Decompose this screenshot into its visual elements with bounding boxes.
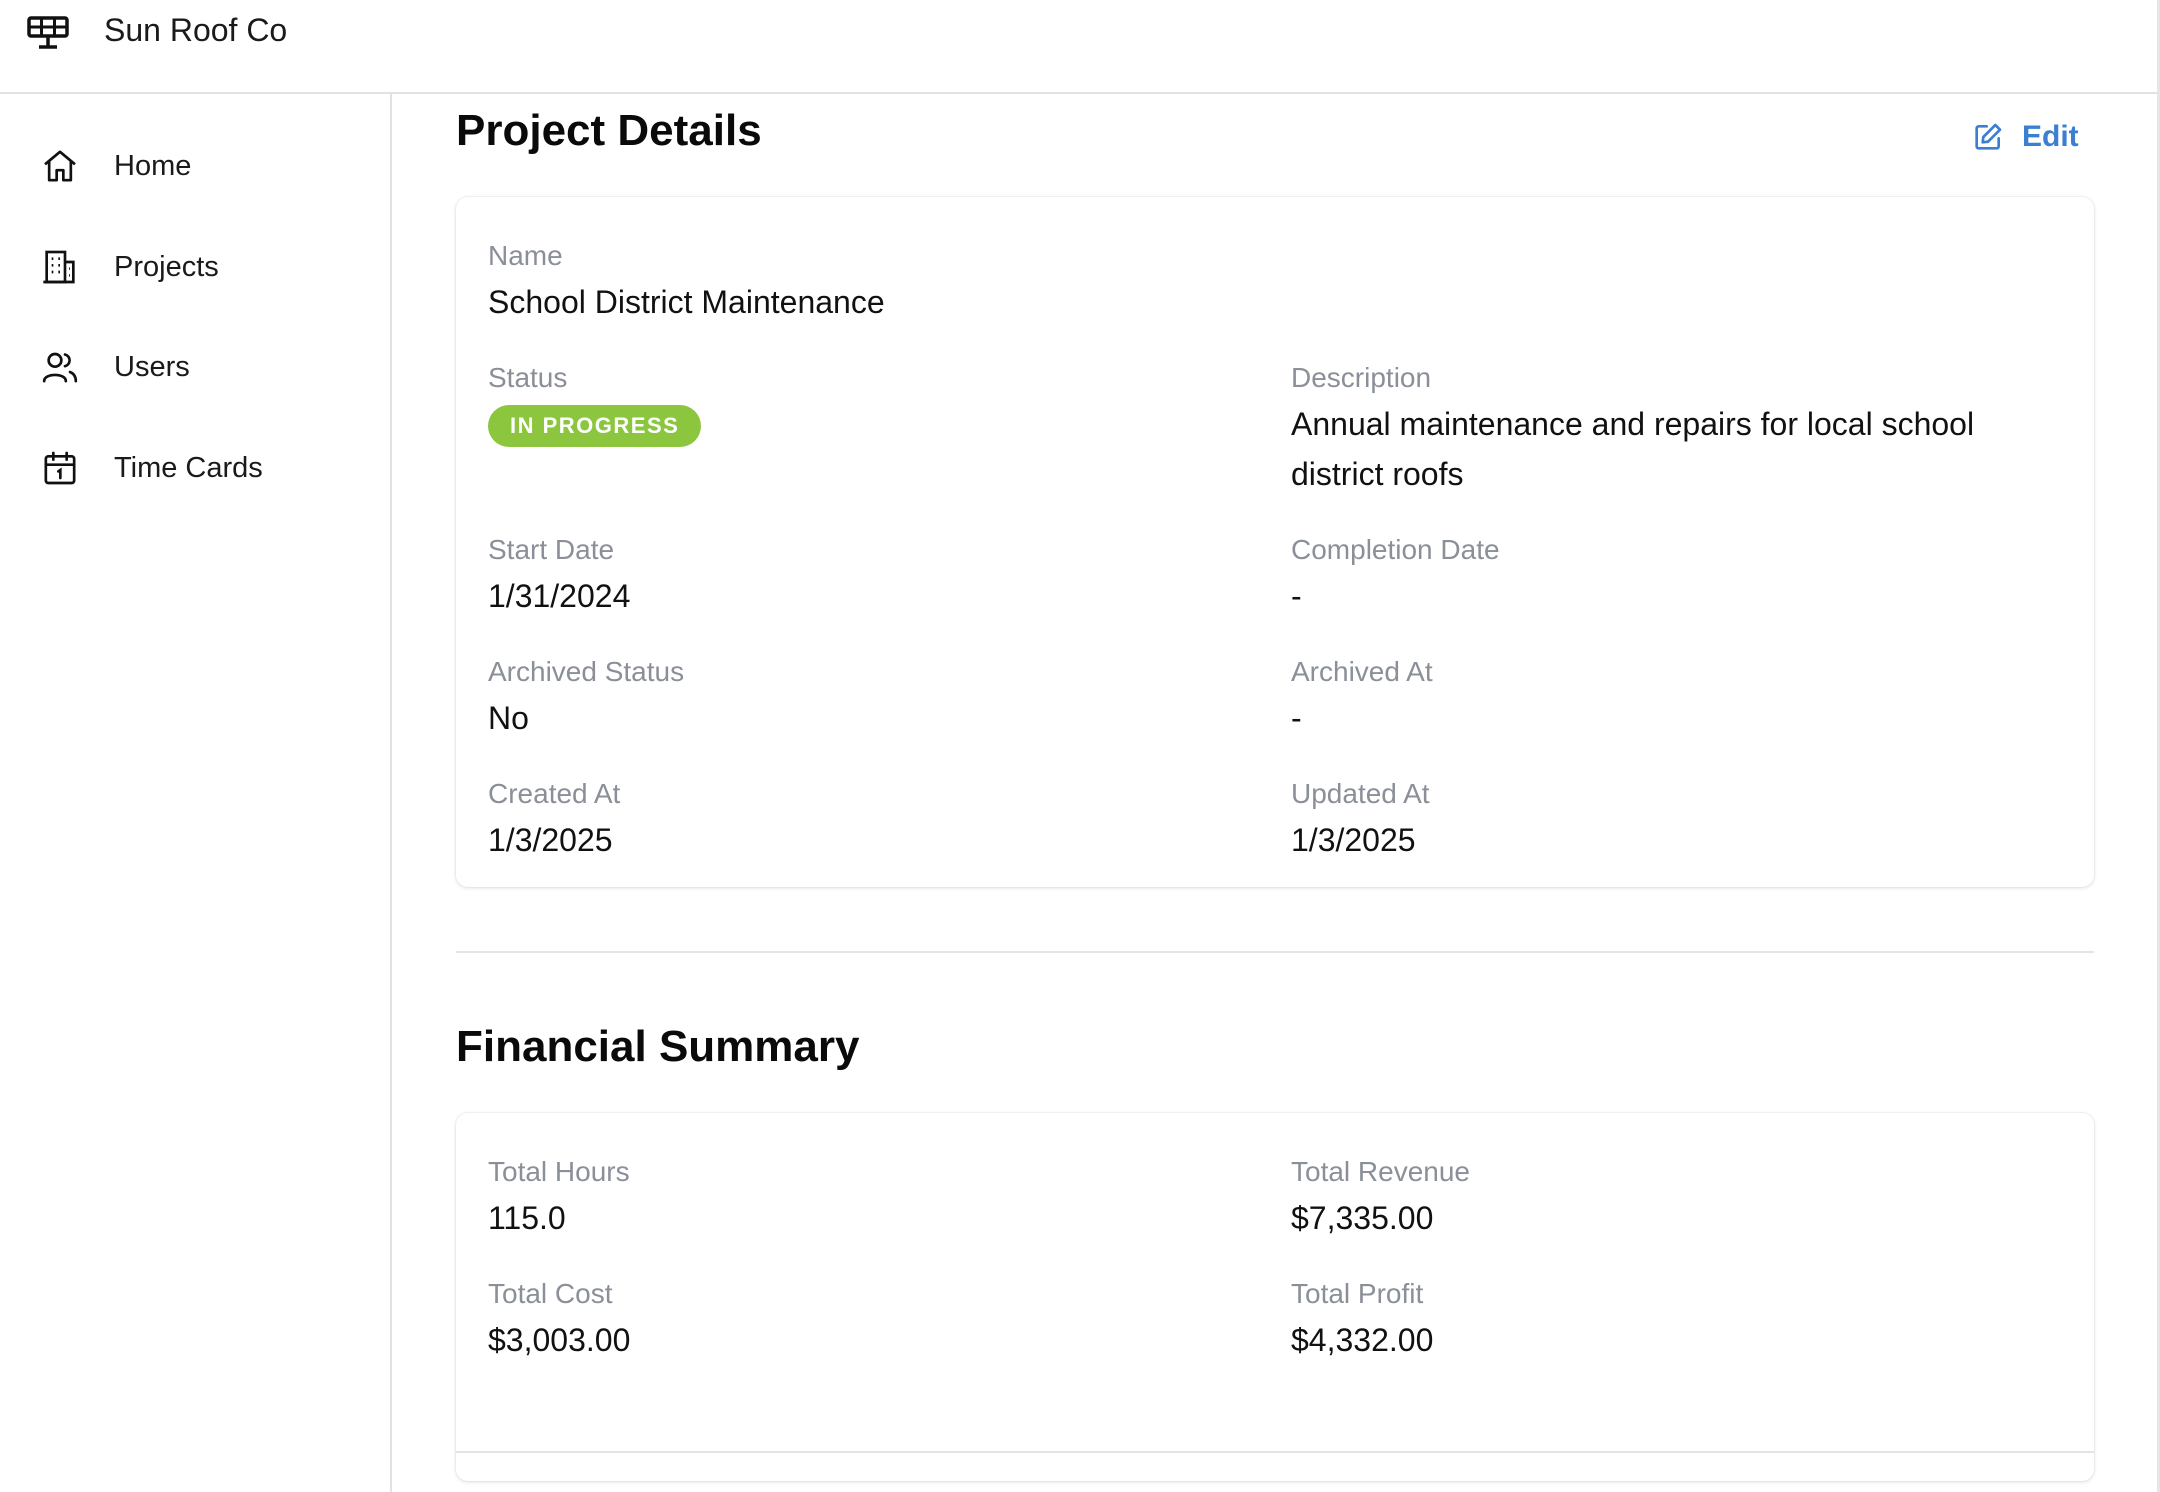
solar-panel-icon: [27, 16, 69, 49]
field-label: Total Hours: [488, 1156, 630, 1187]
field-created-at: Created At 1/3/2025: [488, 777, 620, 865]
edit-label: Edit: [2022, 120, 2079, 153]
sidebar-item-home[interactable]: Home: [40, 136, 360, 196]
sidebar-item-label: Projects: [114, 250, 219, 283]
field-total-revenue: Total Revenue $7,335.00: [1291, 1155, 1470, 1243]
field-updated-at: Updated At 1/3/2025: [1291, 777, 1430, 865]
field-description: Description Annual maintenance and repai…: [1291, 361, 2031, 499]
field-label: Completion Date: [1291, 534, 1500, 565]
field-value: $3,003.00: [488, 1322, 631, 1358]
field-value: $7,335.00: [1291, 1200, 1434, 1236]
field-completion-date: Completion Date -: [1291, 533, 1500, 621]
field-value: -: [1291, 700, 1302, 736]
field-label: Status: [488, 362, 568, 393]
field-value: 1/31/2024: [488, 578, 631, 614]
sidebar-item-label: Users: [114, 350, 190, 383]
field-value: 115.0: [488, 1200, 566, 1236]
financial-summary-card: Total Hours 115.0 Total Revenue $7,335.0…: [456, 1113, 2094, 1481]
main-content: Project Details Edit Name School Distric…: [392, 94, 2157, 1492]
field-archived-at: Archived At -: [1291, 655, 1433, 743]
field-total-cost: Total Cost $3,003.00: [488, 1277, 630, 1365]
sidebar-item-users[interactable]: Users: [40, 337, 360, 397]
project-details-title: Project Details: [456, 106, 762, 155]
users-icon: [42, 352, 78, 383]
field-label: Start Date: [488, 534, 615, 565]
financial-summary-title: Financial Summary: [456, 1022, 860, 1071]
field-value: -: [1291, 578, 1302, 614]
field-value: 1/3/2025: [1291, 822, 1416, 858]
section-divider: [456, 1451, 2094, 1453]
field-value: No: [488, 700, 529, 736]
status-badge: IN PROGRESS: [488, 405, 702, 447]
section-divider: [456, 951, 2094, 953]
field-value: $4,332.00: [1291, 1322, 1434, 1358]
field-label: Archived Status: [488, 656, 685, 687]
field-total-hours: Total Hours 115.0: [488, 1155, 630, 1243]
field-label: Name: [488, 240, 563, 271]
field-start-date: Start Date 1/31/2024: [488, 533, 630, 621]
sidebar-item-label: Time Cards: [114, 451, 263, 484]
field-label: Total Revenue: [1291, 1156, 1471, 1187]
field-label: Archived At: [1291, 656, 1433, 687]
field-archived-status: Archived Status No: [488, 655, 684, 743]
building-icon: [43, 250, 75, 284]
calendar-icon: [44, 451, 76, 485]
field-value: School District Maintenance: [488, 284, 885, 320]
sidebar-item-projects[interactable]: Projects: [40, 237, 360, 297]
field-value: 1/3/2025: [488, 822, 613, 858]
home-icon: [44, 150, 76, 182]
field-total-profit: Total Profit $4,332.00: [1291, 1277, 1433, 1365]
edit-icon: [1975, 123, 2002, 150]
sidebar: Home Projects Users Time Cards: [0, 94, 392, 1492]
field-label: Description: [1291, 362, 1432, 393]
edit-button[interactable]: Edit: [1972, 112, 2079, 162]
field-label: Total Cost: [488, 1278, 613, 1309]
sidebar-item-label: Home: [114, 149, 192, 182]
top-bar: Sun Roof Co: [0, 0, 2160, 94]
field-value: Annual maintenance and repairs for local…: [1291, 406, 1975, 492]
field-status: Status IN PROGRESS: [488, 361, 702, 447]
field-label: Updated At: [1291, 778, 1430, 809]
sidebar-item-time-cards[interactable]: Time Cards: [40, 438, 360, 498]
field-label: Created At: [488, 778, 621, 809]
brand-name: Sun Roof Co: [104, 12, 288, 48]
project-details-card: Name School District Maintenance Status …: [456, 197, 2094, 887]
field-name: Name School District Maintenance: [488, 239, 885, 327]
field-label: Total Profit: [1291, 1278, 1424, 1309]
